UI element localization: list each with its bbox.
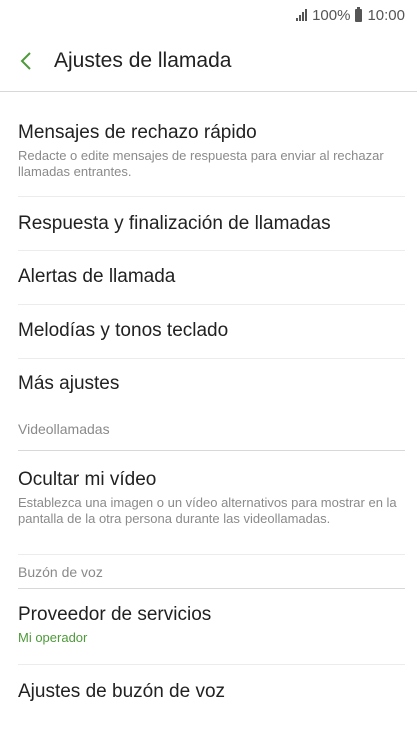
settings-list: Mensajes de rechazo rápido Redacte o edi… [0,92,417,719]
item-subtitle: Mi operador [18,630,88,645]
app-bar: Ajustes de llamada [0,30,417,92]
item-title: Proveedor de servicios [18,604,212,625]
item-title: Melodías y tonos teclado [18,320,229,341]
more-settings-item[interactable]: Más ajustes [18,359,405,413]
ringtones-item[interactable]: Melodías y tonos teclado [18,305,405,359]
item-subtitle: Establezca una imagen o un vídeo alterna… [18,495,397,526]
chevron-left-icon [20,52,31,70]
item-subtitle: Redacte o edite mensajes de respuesta pa… [18,148,384,179]
clock: 10:00 [367,6,405,24]
item-title: Mensajes de rechazo rápido [18,122,257,143]
answer-end-calls-item[interactable]: Respuesta y finalización de llamadas [18,197,405,251]
quick-decline-messages-item[interactable]: Mensajes de rechazo rápido Redacte o edi… [18,92,405,197]
section-header-voicemail: Buzón de voz [18,555,405,589]
voicemail-settings-item[interactable]: Ajustes de buzón de voz [18,665,405,719]
signal-icon [296,9,308,21]
status-icons: 100% 10:00 [296,6,405,24]
call-alerts-item[interactable]: Alertas de llamada [18,251,405,305]
battery-percent: 100% [312,6,351,24]
battery-icon [355,6,363,22]
section-header-video-calls: Videollamadas [18,413,405,451]
item-title: Alertas de llamada [18,266,176,287]
service-provider-item[interactable]: Proveedor de servicios Mi operador [18,589,405,665]
item-title: Más ajustes [18,373,120,394]
hide-my-video-item[interactable]: Ocultar mi vídeo Establezca una imagen o… [18,451,405,555]
item-title: Respuesta y finalización de llamadas [18,213,331,234]
item-title: Ocultar mi vídeo [18,469,157,490]
status-bar: 100% 10:00 [0,0,417,30]
page-title: Ajustes de llamada [54,49,232,72]
back-button[interactable] [8,42,44,80]
item-title: Ajustes de buzón de voz [18,681,226,702]
